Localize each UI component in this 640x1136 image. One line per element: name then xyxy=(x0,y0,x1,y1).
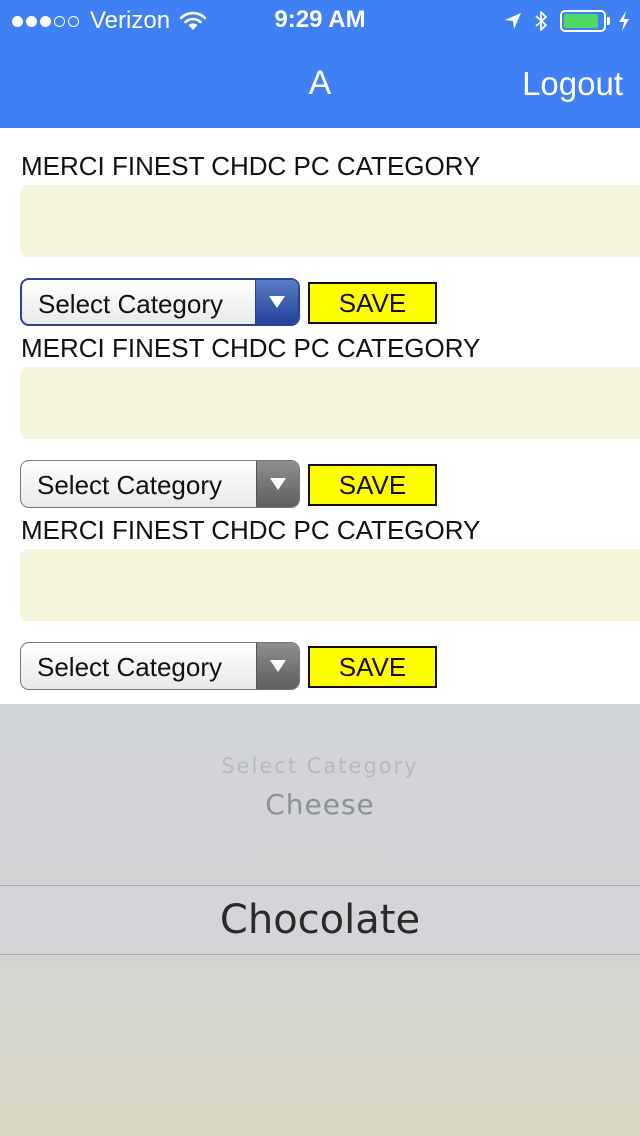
status-bar: Verizon 9:29 AM xyxy=(0,0,640,40)
category-select[interactable]: Select Category xyxy=(20,642,300,690)
category-text-area[interactable] xyxy=(20,367,640,439)
chevron-down-icon xyxy=(270,478,286,490)
block-title: MERCI FINEST CHDC PC CATEGORY xyxy=(21,515,481,545)
category-picker[interactable]: Select Category Cheese Chocolate xyxy=(0,704,640,1136)
save-button[interactable]: SAVE xyxy=(308,646,437,688)
block-title: MERCI FINEST CHDC PC CATEGORY xyxy=(21,151,481,181)
location-arrow-icon xyxy=(504,12,522,30)
bluetooth-icon xyxy=(534,9,548,33)
picker-option[interactable]: Select Category xyxy=(0,754,640,778)
category-select-value: Select Category xyxy=(37,652,222,682)
category-block: MERCI FINEST CHDC PC CATEGORY Select Cat… xyxy=(0,128,640,326)
charging-bolt-icon xyxy=(618,11,630,31)
content: MERCI FINEST CHDC PC CATEGORY Select Cat… xyxy=(0,128,640,704)
select-arrow-button xyxy=(256,643,299,689)
chevron-down-icon xyxy=(270,660,286,672)
category-block: MERCI FINEST CHDC PC CATEGORY Select Cat… xyxy=(0,310,640,508)
battery-icon xyxy=(560,10,610,32)
header: Verizon 9:29 AM A Logout xyxy=(0,0,640,128)
logout-button[interactable]: Logout xyxy=(522,65,623,103)
category-text-area[interactable] xyxy=(20,549,640,621)
status-right xyxy=(492,8,630,34)
nav-bar: A Logout xyxy=(0,40,640,128)
category-block: MERCI FINEST CHDC PC CATEGORY Select Cat… xyxy=(0,492,640,690)
battery-fill xyxy=(564,14,599,28)
picker-option[interactable]: Cheese xyxy=(0,788,640,821)
category-text-area[interactable] xyxy=(20,185,640,257)
block-title: MERCI FINEST CHDC PC CATEGORY xyxy=(21,333,481,363)
picker-option-selected[interactable]: Chocolate xyxy=(0,897,640,943)
chevron-down-icon xyxy=(269,296,285,308)
